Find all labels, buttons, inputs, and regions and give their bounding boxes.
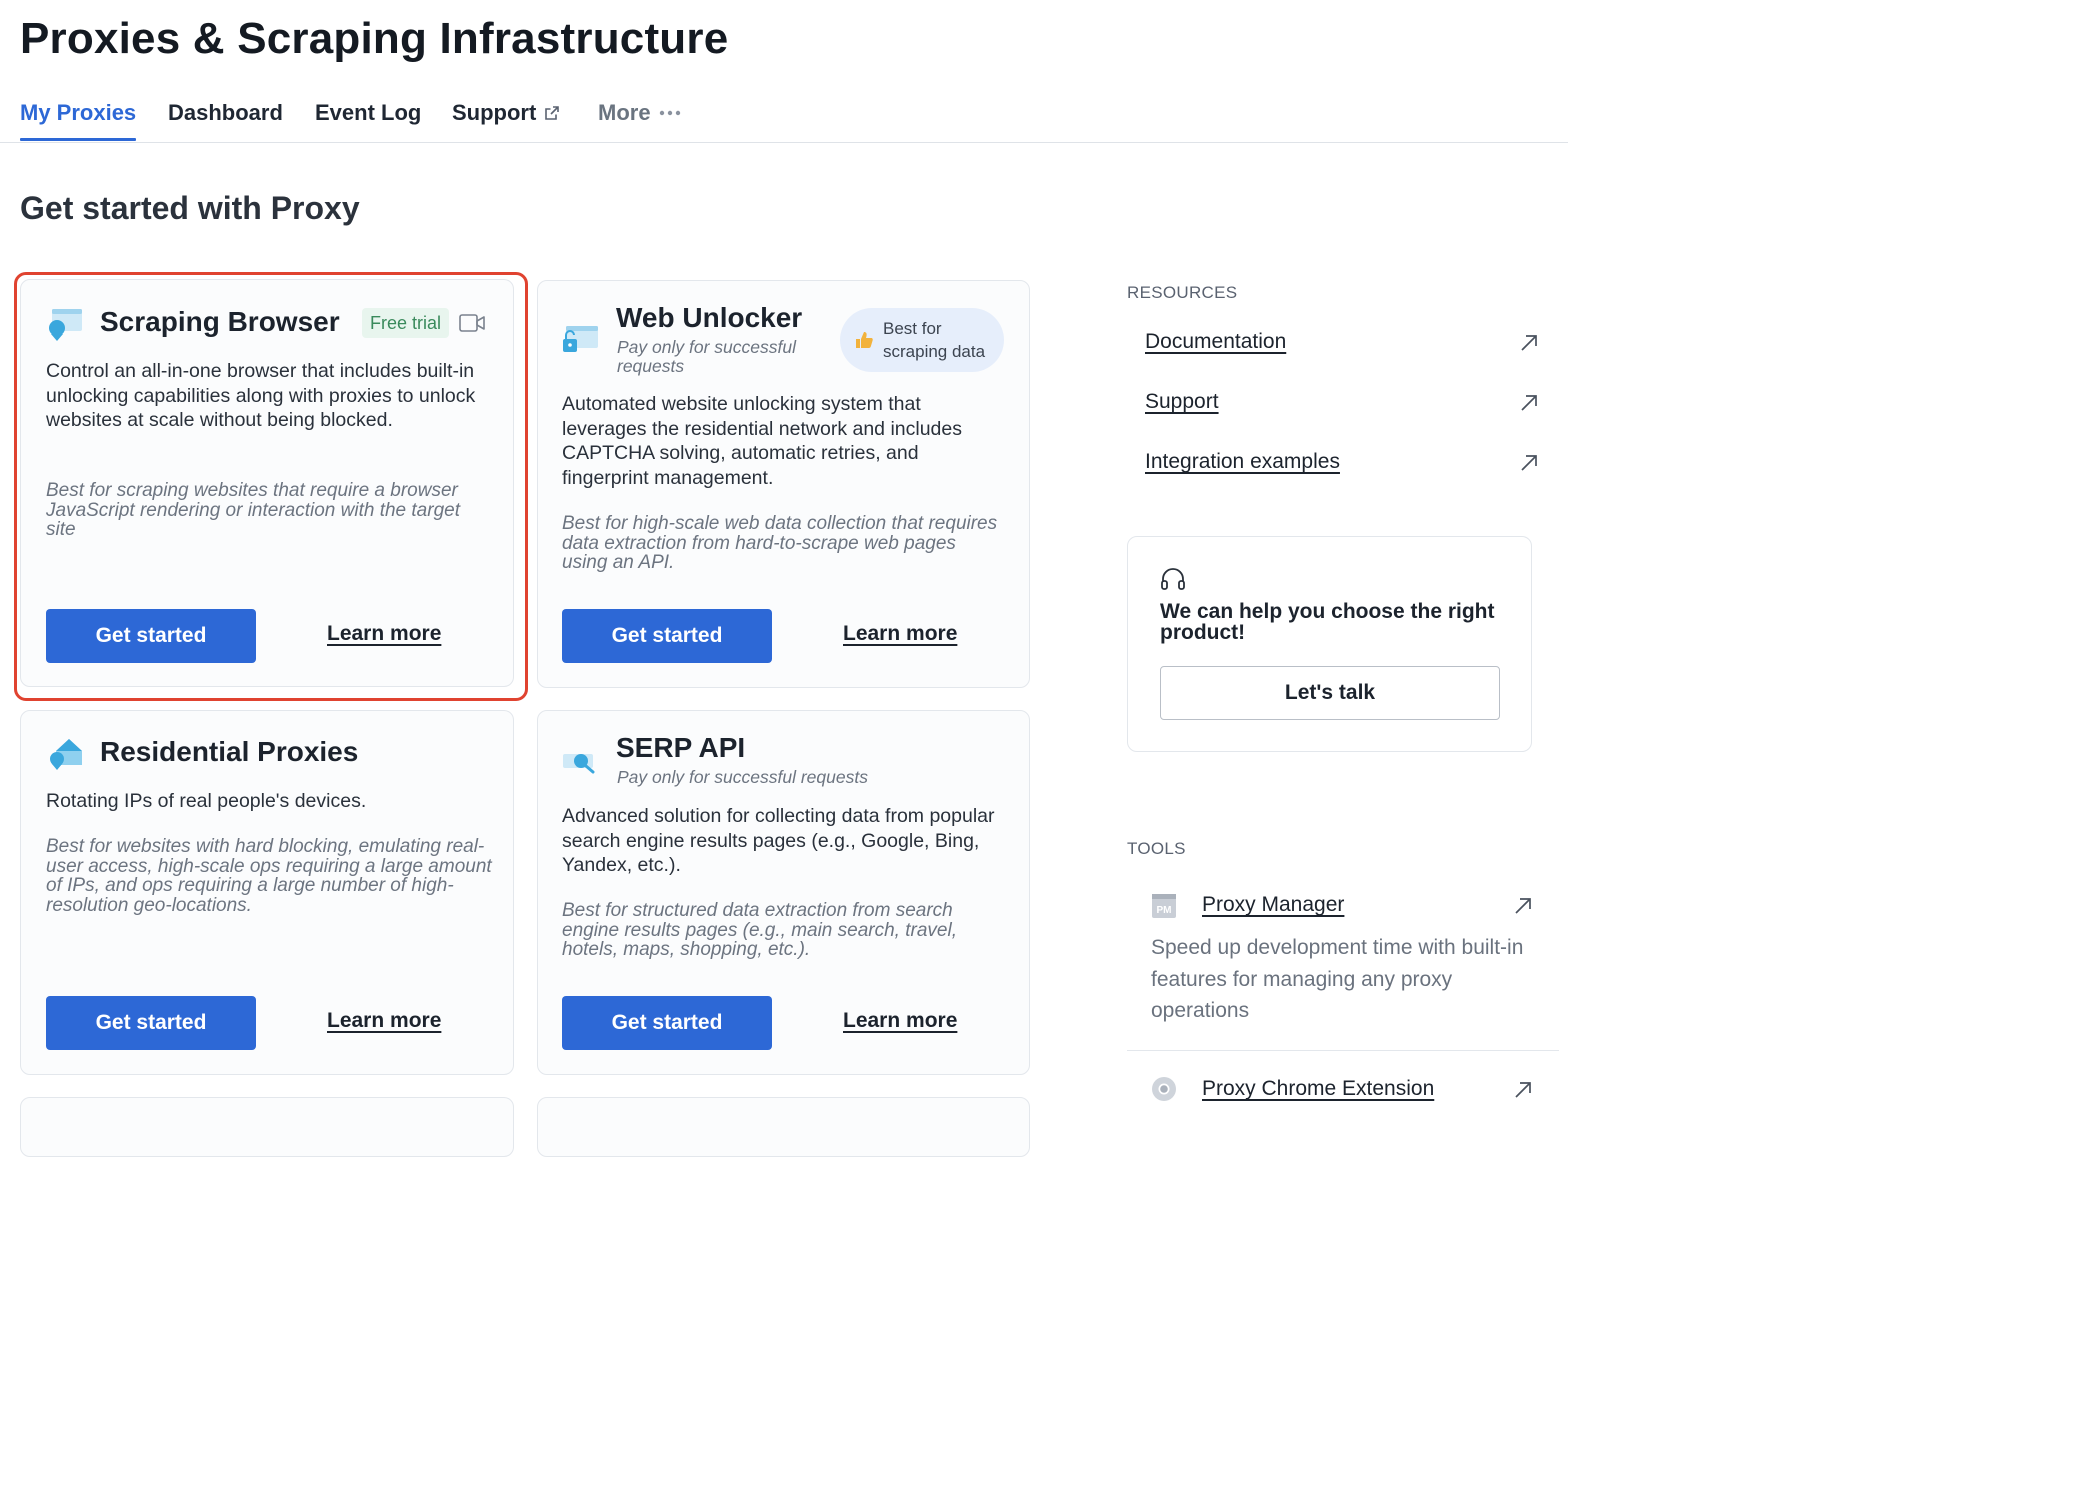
badge-text: Best for scraping data	[883, 319, 986, 361]
tab-label: Support	[452, 100, 537, 125]
headset-icon	[1161, 568, 1185, 590]
card-best-for: Best for high-scale web data collection …	[562, 513, 998, 573]
video-camera-icon[interactable]	[459, 313, 485, 333]
get-started-button[interactable]: Get started	[46, 996, 256, 1050]
card-subtitle: Pay only for successful requests	[617, 767, 868, 787]
tools-divider	[1127, 1050, 1559, 1051]
section-title: Get started with Proxy	[20, 190, 360, 226]
tab-more[interactable]: More	[598, 100, 681, 126]
integration-examples-link[interactable]: Integration examples	[1145, 450, 1340, 474]
tab-my-proxies[interactable]: My Proxies	[20, 100, 137, 141]
get-started-button[interactable]: Get started	[562, 609, 772, 663]
arrow-up-right-icon[interactable]	[1513, 1080, 1533, 1100]
help-text: We can help you choose the right product…	[1160, 600, 1495, 644]
proxy-manager-link[interactable]: Proxy Manager	[1202, 893, 1344, 917]
best-for-scraping-badge: Best for scraping data	[840, 308, 1004, 372]
arrow-up-right-icon[interactable]	[1519, 453, 1539, 473]
learn-more-link[interactable]: Learn more	[843, 622, 957, 646]
support-link[interactable]: Support	[1145, 390, 1219, 414]
tab-label: More	[598, 100, 651, 125]
tab-event-log[interactable]: Event Log	[315, 100, 421, 126]
tools-heading: TOOLS	[1127, 839, 1186, 858]
page-title: Proxies & Scraping Infrastructure	[20, 14, 729, 63]
tab-support[interactable]: Support	[452, 100, 560, 126]
proxy-manager-icon: PM	[1152, 894, 1176, 918]
tab-label: Dashboard	[168, 100, 283, 125]
tab-dashboard[interactable]: Dashboard	[168, 100, 283, 126]
ellipsis-icon	[659, 110, 680, 116]
proxy-manager-icon-text: PM	[1157, 905, 1172, 916]
help-card: We can help you choose the right product…	[1127, 536, 1532, 752]
learn-more-link[interactable]: Learn more	[843, 1009, 957, 1033]
card-description: Control an all-in-one browser that inclu…	[46, 360, 476, 431]
web-unlocker-icon	[563, 326, 598, 352]
arrow-up-right-icon[interactable]	[1519, 393, 1539, 413]
proxy-chrome-extension-link[interactable]: Proxy Chrome Extension	[1202, 1077, 1434, 1101]
card-title: SERP API	[616, 732, 746, 763]
residential-home-icon	[50, 739, 82, 770]
top-tabs: My Proxies Dashboard Event Log Support M…	[0, 92, 1568, 143]
card-description: Automated website unlocking system that …	[562, 393, 962, 489]
learn-more-link[interactable]: Learn more	[327, 622, 441, 646]
card-description: Rotating IPs of real people's devices.	[46, 790, 367, 812]
card-best-for: Best for websites with hard blocking, em…	[46, 836, 492, 916]
card-title: Residential Proxies	[100, 736, 359, 767]
thumbs-up-icon	[856, 332, 873, 348]
product-card-partial	[537, 1097, 1030, 1157]
resources-heading: RESOURCES	[1127, 283, 1238, 302]
chrome-icon	[1152, 1077, 1176, 1101]
documentation-link[interactable]: Documentation	[1145, 330, 1286, 354]
arrow-up-right-icon[interactable]	[1513, 896, 1533, 916]
scraping-browser-icon	[49, 309, 82, 341]
proxy-manager-description: Speed up development time with built-in …	[1151, 936, 1524, 1022]
card-best-for: Best for scraping websites that require …	[46, 480, 460, 540]
card-best-for: Best for structured data extraction from…	[562, 900, 957, 960]
external-link-icon	[545, 106, 560, 120]
card-title: Scraping Browser	[100, 306, 340, 337]
get-started-button[interactable]: Get started	[46, 609, 256, 663]
lets-talk-button[interactable]: Let's talk	[1160, 666, 1500, 720]
get-started-button[interactable]: Get started	[562, 996, 772, 1050]
card-title: Web Unlocker	[616, 302, 803, 333]
arrow-up-right-icon[interactable]	[1519, 333, 1539, 353]
learn-more-link[interactable]: Learn more	[327, 1009, 441, 1033]
card-subtitle: Pay only for successful requests	[617, 337, 796, 376]
product-card-partial	[20, 1097, 514, 1157]
card-description: Advanced solution for collecting data fr…	[562, 805, 995, 876]
tab-label: Event Log	[315, 100, 422, 125]
tab-label: My Proxies	[20, 100, 137, 125]
serp-search-icon	[563, 754, 595, 774]
free-trial-badge: Free trial	[362, 308, 450, 338]
